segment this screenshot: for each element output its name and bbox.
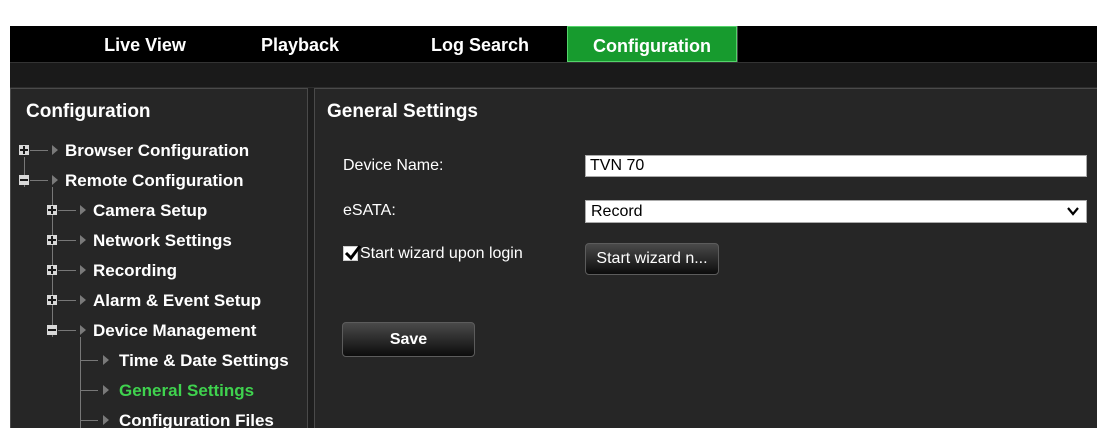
tab-playback[interactable]: Playback xyxy=(235,26,365,62)
expand-plus-icon[interactable] xyxy=(19,145,29,155)
tree-item-label: Alarm & Event Setup xyxy=(93,291,262,310)
tab-live-view[interactable]: Live View xyxy=(65,26,225,62)
tree-arrow-icon xyxy=(103,415,109,425)
tree-connector xyxy=(58,210,76,211)
chevron-down-icon xyxy=(1067,207,1079,216)
tree-connector xyxy=(30,180,48,181)
device-name-label: Device Name: xyxy=(343,157,444,174)
tree-item-alarm-event-setup[interactable]: Alarm & Event Setup xyxy=(11,287,307,315)
tree-item-device-management[interactable]: Device Management xyxy=(11,317,307,345)
sub-bar xyxy=(10,62,1097,88)
start-wizard-label: Start wizard upon login xyxy=(360,245,523,262)
tree-item-label: Remote Configuration xyxy=(65,171,244,190)
tree-item-label: Recording xyxy=(93,261,178,280)
tree-item-configuration-files[interactable]: Configuration Files xyxy=(11,407,307,428)
tree-item-label: Browser Configuration xyxy=(65,141,250,160)
expand-plus-icon[interactable] xyxy=(47,265,57,275)
tree-arrow-icon xyxy=(80,325,86,335)
tree-connector xyxy=(80,390,98,391)
tree-item-camera-setup[interactable]: Camera Setup xyxy=(11,197,307,225)
tab-configuration[interactable]: Configuration xyxy=(567,26,737,62)
expand-plus-icon[interactable] xyxy=(47,295,57,305)
save-button[interactable]: Save xyxy=(342,322,475,357)
tree-item-label: Network Settings xyxy=(93,231,232,250)
expand-plus-icon[interactable] xyxy=(47,205,57,215)
tree-item-time-date-settings[interactable]: Time & Date Settings xyxy=(11,347,307,375)
tab-log-search[interactable]: Log Search xyxy=(405,26,555,62)
tree-arrow-icon xyxy=(52,145,58,155)
tree-item-general-settings[interactable]: General Settings xyxy=(11,377,307,405)
start-wizard-button[interactable]: Start wizard n... xyxy=(585,243,719,275)
tree-arrow-icon xyxy=(52,175,58,185)
sidebar-title: Configuration xyxy=(26,101,151,122)
tree-connector xyxy=(58,240,76,241)
general-settings-panel: General Settings Device Name: eSATA: Rec… xyxy=(314,88,1097,428)
tree-item-recording[interactable]: Recording xyxy=(11,257,307,285)
collapse-minus-icon[interactable] xyxy=(19,175,29,185)
tree-arrow-icon xyxy=(80,295,86,305)
tree-item-label: Configuration Files xyxy=(119,411,274,428)
collapse-minus-icon[interactable] xyxy=(47,325,57,335)
esata-label: eSATA: xyxy=(343,202,396,219)
page-title: General Settings xyxy=(327,101,478,122)
device-name-input[interactable] xyxy=(585,155,1087,177)
tree-arrow-icon xyxy=(103,355,109,365)
tree-item-browser-configuration[interactable]: Browser Configuration xyxy=(11,137,307,165)
tree-item-label: Time & Date Settings xyxy=(119,351,289,370)
tree-arrow-icon xyxy=(80,235,86,245)
tree-arrow-icon xyxy=(80,265,86,275)
tree-arrow-icon xyxy=(103,385,109,395)
tree-item-remote-configuration[interactable]: Remote Configuration xyxy=(11,167,307,195)
tree-connector xyxy=(80,360,98,361)
tree-item-network-settings[interactable]: Network Settings xyxy=(11,227,307,255)
expand-plus-icon[interactable] xyxy=(47,235,57,245)
tree-item-label: Device Management xyxy=(93,321,257,340)
tree-connector xyxy=(80,420,98,421)
esata-selected-value: Record xyxy=(591,203,643,220)
config-sidebar: Configuration Browser Configuration Remo… xyxy=(10,88,308,428)
tree-item-label: Camera Setup xyxy=(93,201,208,220)
top-nav-bar: Live View Playback Log Search Configurat… xyxy=(10,26,1097,62)
tree-connector xyxy=(58,300,76,301)
tree-arrow-icon xyxy=(80,205,86,215)
tab-divider xyxy=(737,26,738,62)
tree-connector xyxy=(58,270,76,271)
tree-connector xyxy=(30,150,48,151)
esata-select[interactable]: Record xyxy=(585,200,1087,223)
tree-connector xyxy=(58,330,76,331)
start-wizard-checkbox[interactable] xyxy=(343,245,362,261)
tree-item-label: General Settings xyxy=(119,381,255,400)
